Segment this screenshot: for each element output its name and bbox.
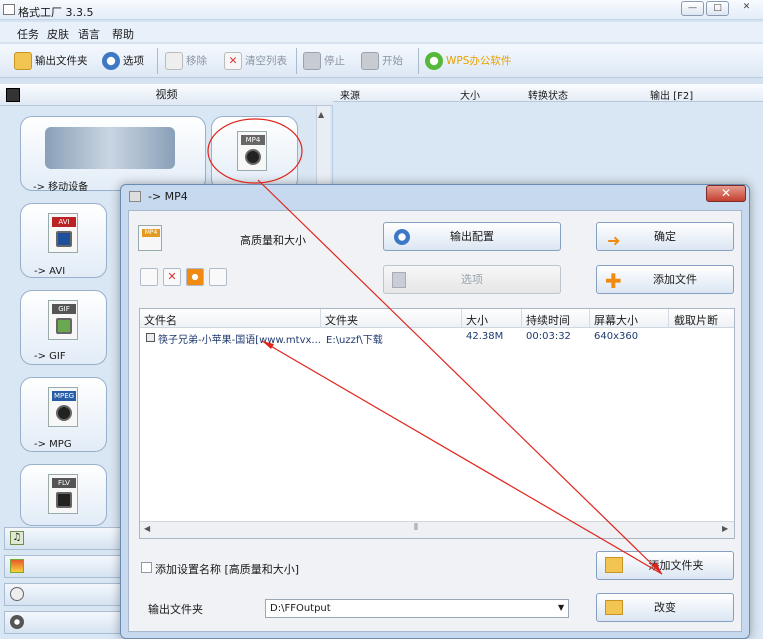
arrow-head-icon xyxy=(652,562,662,574)
arrow-head-icon xyxy=(262,341,274,349)
highlight-ellipse xyxy=(207,118,303,184)
annotation-arrow-line xyxy=(257,179,663,575)
annotation-overlay xyxy=(207,118,663,575)
annotation-arrow-line xyxy=(261,340,663,575)
